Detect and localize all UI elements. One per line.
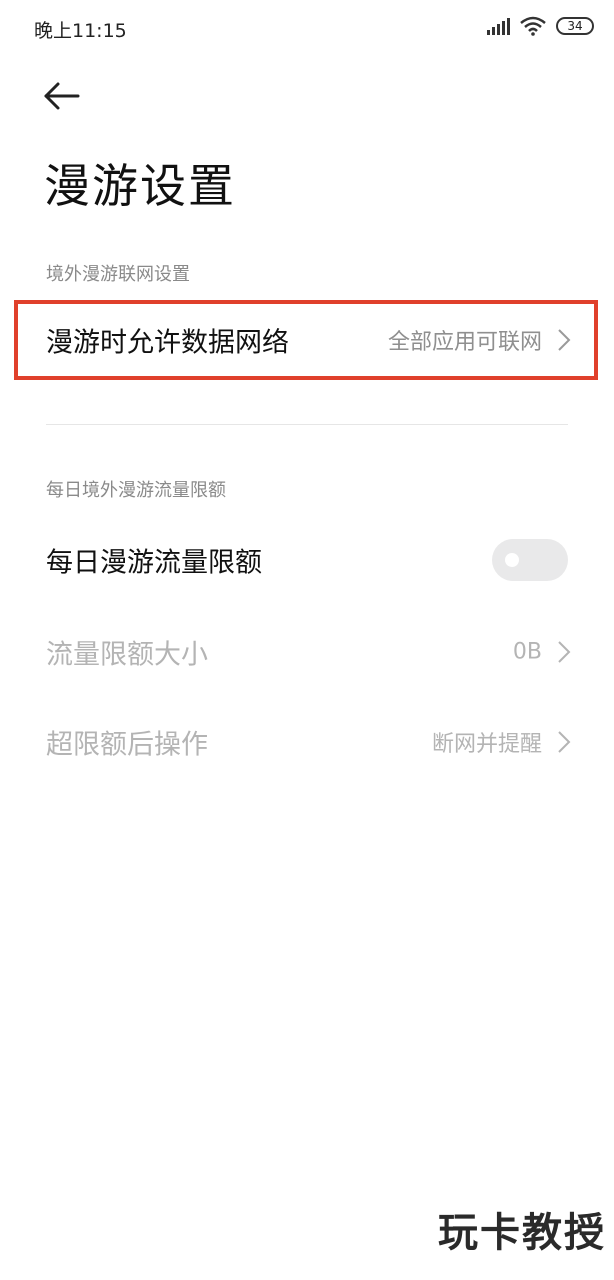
- divider: [46, 424, 568, 425]
- section-header-daily-limit: 每日境外漫游流量限额: [46, 480, 226, 501]
- back-button[interactable]: [38, 78, 86, 118]
- limit-size-row[interactable]: 流量限额大小 0B: [0, 612, 614, 692]
- highlight-box: [14, 300, 598, 380]
- watermark: 玩卡教授: [438, 1210, 606, 1256]
- row-value: 0B: [512, 639, 542, 665]
- daily-roaming-limit-row[interactable]: 每日漫游流量限额: [0, 520, 614, 600]
- page-title: 漫游设置: [44, 159, 236, 213]
- status-bar: 晚上11:15 34: [0, 0, 614, 56]
- row-label: 每日漫游流量限额: [46, 547, 262, 579]
- row-label: 超限额后操作: [46, 729, 208, 761]
- status-time: 晚上11:15: [34, 20, 127, 42]
- signal-icon: [487, 18, 510, 35]
- row-label: 流量限额大小: [46, 639, 208, 671]
- daily-limit-toggle[interactable]: [492, 539, 568, 581]
- wifi-icon: [520, 16, 546, 36]
- battery-icon: 34: [556, 17, 594, 35]
- arrow-left-icon: [44, 82, 80, 110]
- status-icons: 34: [474, 14, 594, 40]
- section-header-roaming-network: 境外漫游联网设置: [46, 264, 190, 285]
- chevron-right-icon: [558, 731, 571, 753]
- toggle-knob: [505, 553, 519, 567]
- over-limit-action-row[interactable]: 超限额后操作 断网并提醒: [0, 702, 614, 782]
- chevron-right-icon: [558, 641, 571, 663]
- row-value: 断网并提醒: [431, 732, 542, 757]
